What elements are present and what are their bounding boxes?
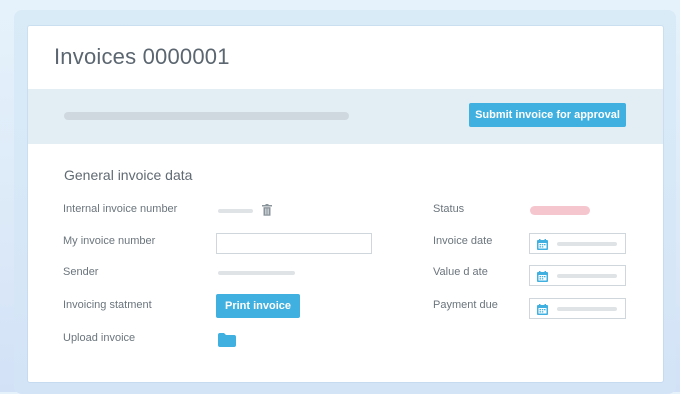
invoice-date-input[interactable] bbox=[529, 233, 626, 254]
folder-icon[interactable] bbox=[218, 333, 236, 347]
my-invoice-number-input[interactable] bbox=[216, 233, 372, 254]
my-invoice-number-label: My invoice number bbox=[63, 235, 156, 247]
invoice-card: Invoices 0000001 Submit invoice for appr… bbox=[28, 26, 663, 382]
internal-invoice-number-value bbox=[218, 209, 253, 213]
print-invoice-button[interactable]: Print invoice bbox=[216, 294, 300, 318]
payment-due-input[interactable] bbox=[529, 298, 626, 319]
page-title: Invoices 0000001 bbox=[54, 44, 230, 69]
section-title: General invoice data bbox=[64, 167, 193, 183]
status-badge bbox=[530, 206, 590, 215]
progress-placeholder bbox=[64, 112, 349, 120]
upload-invoice-label: Upload invoice bbox=[63, 332, 136, 344]
sender-value bbox=[218, 271, 295, 275]
calendar-icon[interactable] bbox=[537, 271, 548, 282]
action-band: Submit invoice for approval bbox=[28, 89, 663, 144]
status-label: Status bbox=[433, 203, 465, 215]
invoice-date-placeholder bbox=[557, 242, 617, 246]
invoice-date-label: Invoice date bbox=[433, 235, 493, 247]
payment-due-label: Payment due bbox=[433, 299, 498, 311]
value-date-input[interactable] bbox=[529, 265, 626, 286]
value-date-label: Value d ate bbox=[433, 266, 488, 278]
internal-invoice-number-label: Internal invoice number bbox=[63, 203, 178, 215]
value-date-placeholder bbox=[557, 274, 617, 278]
calendar-icon[interactable] bbox=[537, 239, 548, 250]
trash-icon[interactable] bbox=[262, 204, 272, 216]
sender-label: Sender bbox=[63, 266, 99, 278]
payment-due-placeholder bbox=[557, 307, 617, 311]
invoicing-statement-label: Invoicing statment bbox=[63, 299, 152, 311]
calendar-icon[interactable] bbox=[537, 304, 548, 315]
submit-invoice-button[interactable]: Submit invoice for approval bbox=[469, 103, 626, 127]
